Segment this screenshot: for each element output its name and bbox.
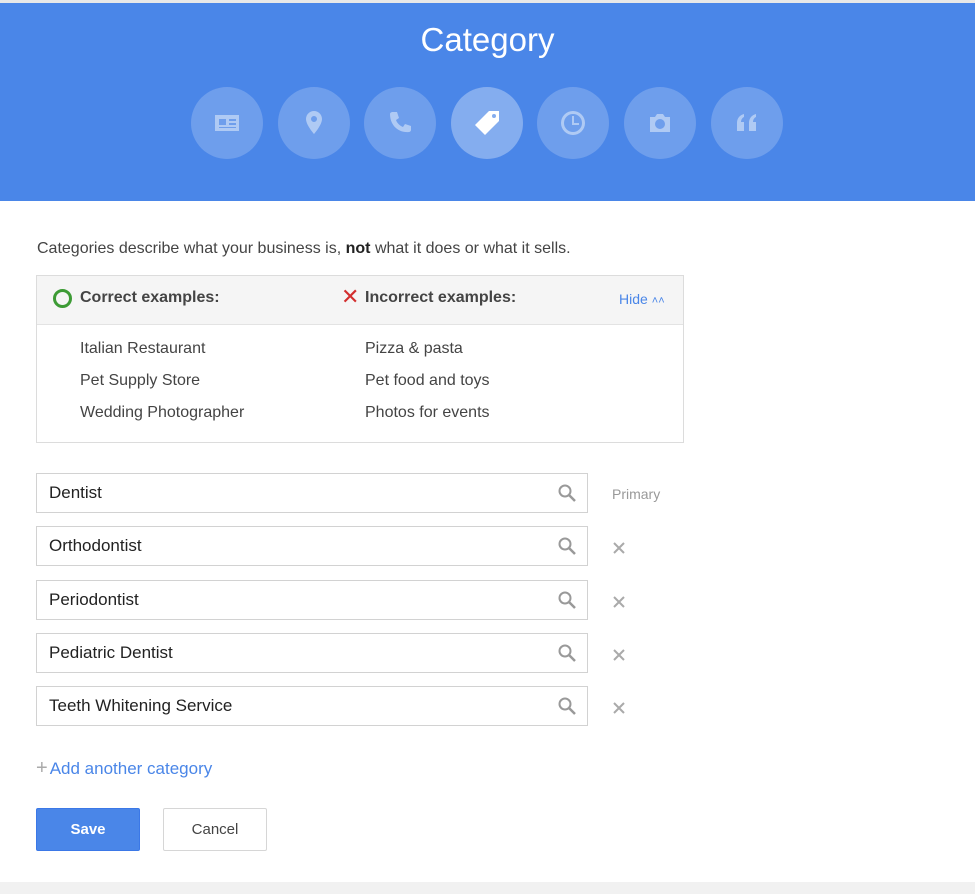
hide-label: Hide [619, 291, 648, 307]
category-intro: Categories describe what your business i… [37, 240, 571, 258]
step-location[interactable] [278, 87, 350, 159]
category-field [36, 526, 588, 566]
remove-category-icon[interactable] [611, 594, 627, 610]
incorrect-example: Pet food and toys [365, 372, 490, 389]
examples-header: Correct examples: ✕ Incorrect examples: … [37, 276, 683, 325]
incorrect-x-icon: ✕ [341, 284, 360, 309]
search-icon[interactable] [557, 483, 577, 503]
remove-category-icon[interactable] [611, 700, 627, 716]
chevron-up-icon: ˄˄ [651, 295, 665, 307]
search-icon[interactable] [557, 590, 577, 610]
intro-emphasis: not [345, 240, 371, 257]
add-category-label: Add another category [49, 759, 213, 778]
step-category[interactable] [451, 87, 523, 159]
step-introduction[interactable] [711, 87, 783, 159]
search-icon[interactable] [557, 536, 577, 556]
camera-icon [650, 114, 670, 132]
category-input[interactable] [37, 581, 547, 619]
hide-examples-link[interactable]: Hide ˄˄ [619, 291, 665, 307]
add-category-link[interactable]: + Add another category [36, 757, 212, 780]
search-icon[interactable] [557, 643, 577, 663]
category-input[interactable] [37, 687, 547, 725]
header-banner: Category [0, 3, 975, 201]
remove-category-icon[interactable] [611, 540, 627, 556]
category-field-primary [36, 473, 588, 513]
category-input[interactable] [37, 634, 547, 672]
phone-icon [390, 112, 411, 133]
search-icon[interactable] [557, 696, 577, 716]
step-hours[interactable] [537, 87, 609, 159]
step-contact-info[interactable] [191, 87, 263, 159]
save-button[interactable]: Save [36, 808, 140, 851]
correct-example: Pet Supply Store [80, 372, 201, 389]
location-pin-icon [306, 111, 322, 134]
intro-text-start: Categories describe what your business i… [37, 240, 342, 257]
tag-icon [475, 111, 499, 135]
correct-example: Wedding Photographer [80, 404, 245, 421]
page-title: Category [420, 21, 555, 58]
contact-card-icon [215, 115, 239, 131]
clock-icon [561, 111, 585, 135]
correct-examples-title: Correct examples: [80, 289, 220, 306]
intro-text-end: what it does or what it sells. [374, 240, 571, 257]
correct-circle-icon [53, 289, 72, 308]
remove-category-icon[interactable] [611, 647, 627, 663]
category-input[interactable] [37, 474, 547, 512]
cancel-button[interactable]: Cancel [163, 808, 267, 851]
incorrect-example: Pizza & pasta [365, 340, 463, 357]
step-photos[interactable] [624, 87, 696, 159]
primary-label: Primary [612, 486, 661, 502]
incorrect-example: Photos for events [365, 404, 490, 421]
category-field [36, 580, 588, 620]
plus-icon: + [36, 757, 48, 779]
step-phone[interactable] [364, 87, 436, 159]
category-input[interactable] [37, 527, 547, 565]
category-field [36, 633, 588, 673]
incorrect-examples-title: Incorrect examples: [365, 289, 517, 306]
examples-panel: Correct examples: ✕ Incorrect examples: … [36, 275, 684, 443]
category-field [36, 686, 588, 726]
bottom-bar [0, 882, 975, 894]
correct-example: Italian Restaurant [80, 340, 206, 357]
quote-icon [737, 114, 756, 131]
